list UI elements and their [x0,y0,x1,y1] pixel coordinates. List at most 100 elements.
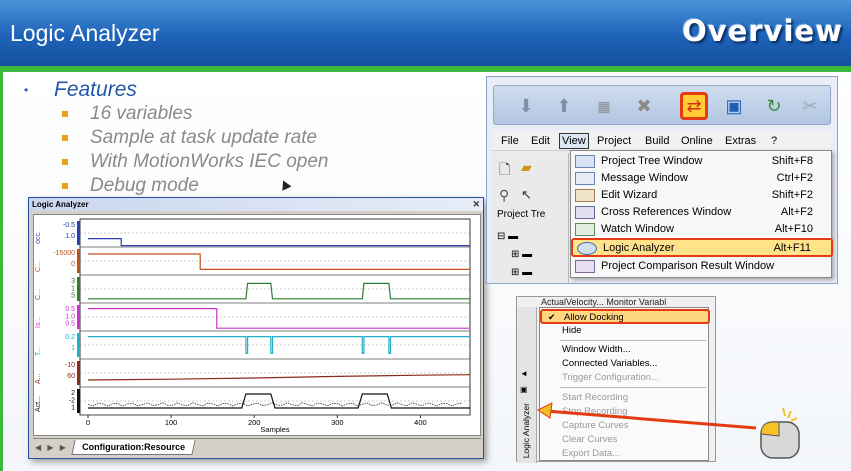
context-menu: ✔ Allow Docking Hide Window Width... Conn… [539,307,710,461]
new-file-icon[interactable]: 🗋 [499,159,510,183]
x-axis-label: Samples [260,425,289,434]
search-icon[interactable]: ⚲ [499,187,509,204]
logic-analyzer-window[interactable]: Logic Analyzer ✕ occ. -0.5 1.0 C... -15000 0 C… [28,197,484,459]
toolbar: ⬇ ⬆ ▦ ✖ ⇄ ▣ ↻ ✂ [493,85,831,125]
menu-item-project-tree-window[interactable]: Project Tree Window Shift+F8 [571,153,833,170]
channel-tick-label: 1.0 [65,313,75,320]
menu-separator [560,387,706,388]
monitor-icon[interactable]: ▣ [720,92,748,120]
tree-window-icon [575,155,595,168]
tree-expand-icon[interactable]: ⊞ ▬ [511,267,532,278]
upload-icon[interactable]: ⬆ [550,92,578,120]
disconnect-icon[interactable]: ✂ [796,92,824,120]
stop-icon[interactable]: ✖ [630,92,658,120]
menu-item-allow-docking[interactable]: ✔ Allow Docking [540,309,710,324]
menu-item-start-recording[interactable]: Start Recording [540,391,710,404]
channel-tick-label: -10 [65,362,75,369]
cross-references-icon [575,206,595,219]
menu-build[interactable]: Build [645,135,669,147]
x-tick-label: 100 [165,418,178,427]
feature-item: With MotionWorks IEC open [62,150,328,174]
menu-online[interactable]: Online [681,135,713,147]
channel-tick-label: 0.5 [65,321,75,328]
plot-frame [79,218,471,416]
channel-tick-label: 0 [71,261,75,268]
menu-item-watch-window[interactable]: Watch Window Alt+F10 [571,221,833,238]
menu-item-export-data[interactable]: Export Data... [540,447,710,460]
menu-item-capture-curves[interactable]: Capture Curves [540,419,710,432]
channel-name: A... [35,373,42,384]
signal-plot-svg: occ.-0.51.0C...-150000C...315Is...0.51.0… [35,218,471,434]
comparison-icon [575,260,595,273]
watch-window-icon [575,223,595,236]
pointer-icon[interactable]: ↖ [521,187,532,203]
menu-separator [560,340,706,341]
project-tree-label: Project Tre [497,209,546,220]
menu-item-logic-analyzer[interactable]: Logic Analyzer Alt+F11 [571,238,833,257]
channel-tick-label: 1.0 [65,233,75,240]
side-toolbar: 🗋 ▰ ⚲ ↖ Project Tre ⊟ ▬ ⊞ ▬ ⊞ ▬ [493,153,569,283]
menu-item-cross-references[interactable]: Cross References Window Alt+F2 [571,204,833,221]
menubar: File Edit View Project Build Online Extr… [493,131,831,151]
menu-view[interactable]: View [559,133,589,149]
channel-name: Act... [35,396,42,412]
open-folder-icon[interactable]: ▰ [521,159,532,176]
tab-configuration-resource[interactable]: Configuration:Resource [71,440,196,455]
overview-label: Overview [682,14,843,48]
download-icon[interactable]: ⬇ [512,92,540,120]
menu-project[interactable]: Project [597,135,631,147]
tree-expand-icon[interactable]: ⊟ ▬ [497,231,518,242]
channel-tick-label: 1 [71,405,75,412]
context-menu-screenshot: ActualVelocity... Monitor Variabl ◄ ▣ Lo… [516,296,716,463]
channel-tick-label: 1 [71,345,75,352]
slide-header: Logic Analyzer Overview [0,0,851,66]
sidebar-tab-icon[interactable]: ◄ [520,369,528,378]
channel-tick-label: 0.5 [65,306,75,313]
channel-color-marker [77,221,80,245]
logic-analyzer-icon[interactable]: ⇄ [680,92,708,120]
menu-item-trigger-configuration[interactable]: Trigger Configuration... [540,371,710,384]
menu-file[interactable]: File [501,135,519,147]
channel-tick-label: 1 [71,285,75,292]
x-tick-label: 300 [331,418,344,427]
menu-extras[interactable]: Extras [725,135,756,147]
window-title: Logic Analyzer [32,200,89,209]
slide-title: Logic Analyzer [10,20,160,46]
mouse-icon [760,408,800,459]
x-tick-label: 0 [86,418,90,427]
channel-tick-label: 3 [71,278,75,285]
menu-item-project-comparison[interactable]: Project Comparison Result Window [571,258,833,275]
channel-tick-label: 2 [71,390,75,397]
menu-item-clear-curves[interactable]: Clear Curves [540,433,710,446]
logic-analyzer-side-tab[interactable]: Logic Analyzer [521,403,531,458]
sidebar-tab-icon[interactable]: ▣ [520,385,528,394]
logic-analyzer-menu-icon [577,242,597,255]
channel-color-marker [77,305,80,329]
channel-tick-label: 0.2 [65,334,75,341]
menu-help[interactable]: ? [771,135,777,147]
window-titlebar[interactable]: Logic Analyzer ✕ [29,198,483,211]
channel-name: T... [35,347,42,356]
view-menu-dropdown: Project Tree Window Shift+F8 Message Wind… [570,150,833,278]
menu-item-stop-recording[interactable]: Stop Recording [540,405,710,418]
variable-header-row: ActualVelocity... Monitor Variabl [541,297,667,307]
menu-item-window-width[interactable]: Window Width... [540,343,710,356]
channel-tick-label: -0.5 [63,222,75,229]
menu-item-message-window[interactable]: Message Window Ctrl+F2 [571,170,833,187]
resource-icon[interactable]: ▦ [590,92,618,120]
refresh-icon[interactable]: ↻ [760,92,788,120]
menu-item-hide[interactable]: Hide [540,324,710,337]
channel-name: Is... [35,317,42,328]
tree-expand-icon[interactable]: ⊞ ▬ [511,249,532,260]
menu-item-edit-wizard[interactable]: Edit Wizard Shift+F2 [571,187,833,204]
channel-color-marker [77,361,80,385]
wizard-icon [575,189,595,202]
message-window-icon [575,172,595,185]
signal-plot[interactable]: occ. -0.5 1.0 C... -15000 0 C... 3 1 5 Is... 0.5 1.0… [33,214,481,436]
tab-scroll-icon[interactable]: ◀ ▶ ▶ [35,443,68,452]
menu-item-connected-variables[interactable]: Connected Variables... [540,357,710,370]
features-heading: • Features [24,78,137,101]
menu-edit[interactable]: Edit [531,135,550,147]
close-icon[interactable]: ✕ [472,198,480,211]
x-tick-label: 400 [414,418,427,427]
